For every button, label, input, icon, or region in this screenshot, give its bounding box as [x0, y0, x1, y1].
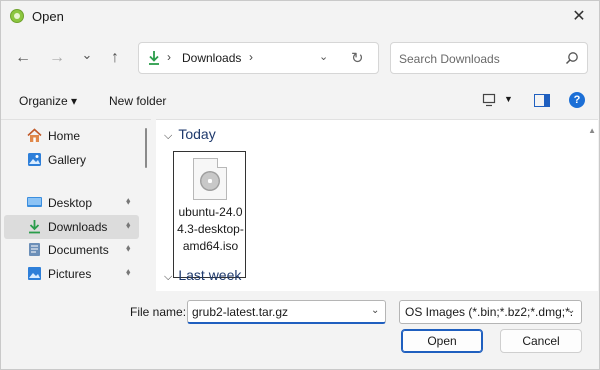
documents-icon [29, 243, 40, 256]
file-list: ⌵ Today ubuntu-24.04.3-desktop-amd64.iso … [156, 119, 598, 291]
up-button[interactable]: ↑ [104, 47, 126, 69]
file-name-label: File name: [130, 305, 187, 319]
new-folder-button[interactable]: New folder [109, 94, 166, 108]
cancel-button[interactable]: Cancel [500, 329, 582, 353]
command-bar: Organize ▾ New folder ▼ [1, 85, 599, 115]
sidebar-item-documents[interactable]: Documents ⬧ [4, 238, 139, 262]
sidebar-item-downloads[interactable]: Downloads ⬧ [4, 215, 139, 239]
sidebar-item-pictures[interactable]: Pictures ⬧ [4, 262, 139, 286]
sidebar-item-gallery[interactable]: Gallery [4, 148, 139, 172]
file-name-input[interactable]: grub2-latest.tar.gz [187, 300, 386, 324]
group-header-label: Last week [178, 267, 242, 283]
sidebar-item-label: Desktop [48, 196, 93, 210]
address-history-dropdown[interactable]: ⌄ [319, 50, 328, 63]
navigation-pane: Home Gallery Desktop ⬧ Downloads ⬧ Docum… [1, 119, 151, 291]
sidebar-item-desktop[interactable]: Desktop ⬧ [4, 191, 139, 215]
group-header-last-week[interactable]: ⌵ Last week [164, 267, 241, 284]
file-item[interactable]: ubuntu-24.04.3-desktop-amd64.iso [173, 151, 246, 278]
pin-icon[interactable]: ⬧ [126, 220, 131, 231]
search-icon [565, 52, 578, 65]
desktop-icon [27, 197, 42, 207]
scroll-up-arrow-icon[interactable]: ▲ [588, 126, 596, 135]
sidebar-item-label: Pictures [48, 267, 92, 281]
file-name-dropdown[interactable]: ⌄ [371, 305, 379, 316]
sidebar-scrollbar[interactable] [145, 128, 147, 168]
help-icon[interactable]: ? [569, 92, 585, 108]
chevron-down-icon: ⌵ [164, 271, 173, 283]
forward-button[interactable]: → [46, 47, 68, 69]
recent-locations-button[interactable]: ⌄ [76, 44, 98, 66]
pin-icon[interactable]: ⬧ [126, 243, 131, 254]
sidebar-item-label: Home [48, 129, 81, 143]
search-box[interactable]: Search Downloads [390, 42, 588, 74]
group-header-label: Today [178, 126, 216, 142]
download-arrow-icon [29, 220, 40, 234]
refresh-button[interactable]: ↻ [351, 49, 364, 67]
breadcrumb-separator[interactable]: › [249, 50, 253, 64]
disc-image-file-icon [193, 158, 227, 200]
view-options-dropdown[interactable]: ▼ [504, 94, 513, 104]
search-input[interactable]: Search Downloads [399, 52, 500, 66]
sidebar-item-label: Gallery [48, 153, 87, 167]
sidebar-item-label: Downloads [48, 220, 108, 234]
file-type-select[interactable]: OS Images (*.bin;*.bz2;*.dmg;*. [399, 300, 582, 324]
open-dialog: Open ✕ ← → ⌄ ↑ › Downloads › ⌄ ↻ Search … [0, 0, 600, 370]
pictures-icon [28, 267, 41, 280]
group-header-today[interactable]: ⌵ Today [164, 126, 216, 143]
sidebar-item-label: Documents [48, 243, 109, 257]
back-button[interactable]: ← [12, 47, 34, 69]
pin-icon[interactable]: ⬧ [126, 267, 131, 278]
address-bar[interactable]: › Downloads › ⌄ ↻ [138, 42, 379, 74]
close-button[interactable]: ✕ [565, 5, 593, 29]
gallery-icon [28, 153, 41, 166]
title-bar: Open ✕ [1, 1, 599, 33]
app-icon [10, 9, 24, 23]
file-name: ubuntu-24.04.3-desktop-amd64.iso [177, 205, 244, 253]
view-mode-icon[interactable] [482, 93, 496, 107]
pin-icon[interactable]: ⬧ [126, 196, 131, 207]
chevron-down-icon: ⌵ [164, 130, 173, 142]
open-button[interactable]: Open [401, 329, 483, 353]
organize-button[interactable]: Organize ▾ [19, 94, 77, 108]
dialog-title: Open [32, 9, 64, 24]
download-arrow-icon [149, 51, 159, 65]
breadcrumb-separator: › [167, 50, 171, 64]
preview-pane-icon[interactable] [534, 94, 550, 107]
file-type-dropdown[interactable]: ⌄ [567, 305, 575, 316]
sidebar-item-home[interactable]: Home [4, 124, 139, 148]
file-list-scrollbar[interactable]: ▲ [586, 126, 596, 286]
breadcrumb-downloads[interactable]: Downloads [182, 51, 241, 65]
home-icon [27, 128, 42, 142]
